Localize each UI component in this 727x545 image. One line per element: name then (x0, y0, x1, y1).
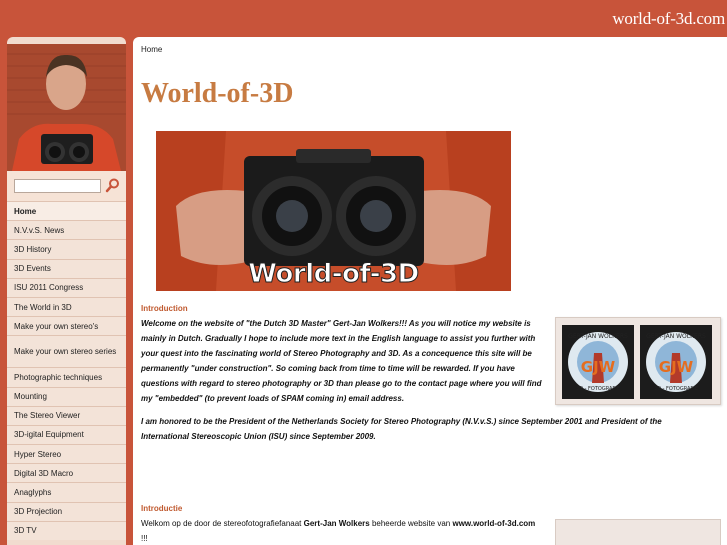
nav-item-digital-3d-macro[interactable]: Digital 3D Macro (7, 463, 126, 483)
main-content: Home World-of-3D World-of-3D Introductio… (133, 37, 727, 545)
svg-text:3D - FOTOGRAFIE: 3D - FOTOGRAFIE (654, 386, 698, 392)
nav-item-label: Digital 3D Macro (14, 468, 74, 478)
nav-item-3d-tv[interactable]: 3D TV (7, 520, 126, 540)
main-navigation: Home N.V.v.S. News 3D History 3D Events … (7, 201, 126, 540)
nav-item-3d-history[interactable]: 3D History (7, 239, 126, 259)
nav-item-make-your-own-stereo-series[interactable]: Make your own stereo series (7, 335, 126, 368)
nav-item-world-in-3d[interactable]: The World in 3D (7, 296, 126, 317)
honor-paragraph: I am honored to be the President of the … (141, 417, 662, 441)
nav-item-label: 3D TV (14, 526, 37, 536)
nav-item-label: Make your own stereo's (14, 321, 99, 331)
nav-item-label: 3D Projection (14, 507, 63, 517)
hero-image: World-of-3D (156, 131, 511, 291)
hero-caption: World-of-3D (248, 259, 420, 290)
nav-item-3digital-equipment[interactable]: 3D-igital Equipment (7, 424, 126, 445)
nav-item-label: Make your own stereo series (14, 346, 117, 356)
logo-stereo-pair: GJW GERT-JAN WOLKERS 3D - FOTOGRAFIE GJW… (555, 317, 721, 405)
nav-item-label: 3D-igital Equipment (14, 430, 84, 440)
nav-item-label: Hyper Stereo (14, 449, 62, 459)
search-area (7, 171, 126, 201)
nav-item-stereo-viewer[interactable]: The Stereo Viewer (7, 405, 126, 425)
logo-left: GJW GERT-JAN WOLKERS 3D - FOTOGRAFIE (562, 325, 634, 399)
logo-right: GJW GERT-JAN WOLKERS 3D - FOTOGRAFIE (640, 325, 712, 399)
profile-photo (7, 44, 126, 171)
sidebar: Home N.V.v.S. News 3D History 3D Events … (7, 37, 126, 545)
nav-item-mounting[interactable]: Mounting (7, 386, 126, 406)
nav-item-isu-2011-congress[interactable]: ISU 2011 Congress (7, 277, 126, 297)
nav-item-3d-projection[interactable]: 3D Projection (7, 501, 126, 521)
breadcrumb[interactable]: Home (141, 45, 162, 54)
svg-text:GERT-JAN WOLKERS: GERT-JAN WOLKERS (568, 333, 628, 340)
nav-item-label: Mounting (14, 392, 47, 402)
nav-item-label: 3D History (14, 244, 52, 254)
page-title: World-of-3D (141, 78, 294, 109)
nav-item-label: N.V.v.S. News (14, 225, 65, 235)
nav-item-anaglyphs[interactable]: Anaglyphs (7, 482, 126, 502)
nav-item-label: ISU 2011 Congress (14, 283, 84, 293)
nav-item-home[interactable]: Home (7, 201, 126, 221)
nav-item-label: The Stereo Viewer (14, 411, 81, 421)
nav-item-label: Photographic techniques (14, 372, 103, 382)
nav-item-label: Home (14, 206, 37, 216)
nav-item-hyper-stereo[interactable]: Hyper Stereo (7, 444, 126, 464)
nav-item-photographic-techniques[interactable]: Photographic techniques (7, 367, 126, 387)
nav-item-nvvs-news[interactable]: N.V.v.S. News (7, 220, 126, 240)
intro-heading: Introduction (141, 304, 188, 313)
svg-text:GJW: GJW (581, 358, 616, 376)
site-url-link[interactable]: www.world-of-3d.com (452, 519, 535, 528)
nav-item-label: 3D Events (14, 264, 51, 274)
site-name: world-of-3d.com (612, 9, 725, 28)
nav-item-3d-events[interactable]: 3D Events (7, 258, 126, 278)
search-input[interactable] (14, 179, 101, 193)
dutch-heading: Introductie (141, 504, 183, 513)
svg-text:GERT-JAN WOLKERS: GERT-JAN WOLKERS (646, 333, 706, 340)
nav-item-label: Anaglyphs (14, 488, 52, 498)
secondary-image-frame (555, 519, 721, 545)
svg-text:3D - FOTOGRAFIE: 3D - FOTOGRAFIE (576, 386, 620, 392)
search-icon[interactable] (105, 177, 121, 193)
svg-text:GJW: GJW (659, 358, 694, 376)
nav-item-label: The World in 3D (14, 302, 72, 312)
dutch-paragraph: Welkom op de door de stereofotografiefan… (141, 519, 536, 543)
intro-paragraph: Welcome on the website of "the Dutch 3D … (141, 319, 542, 403)
nav-item-make-your-own-stereos[interactable]: Make your own stereo's (7, 316, 126, 336)
